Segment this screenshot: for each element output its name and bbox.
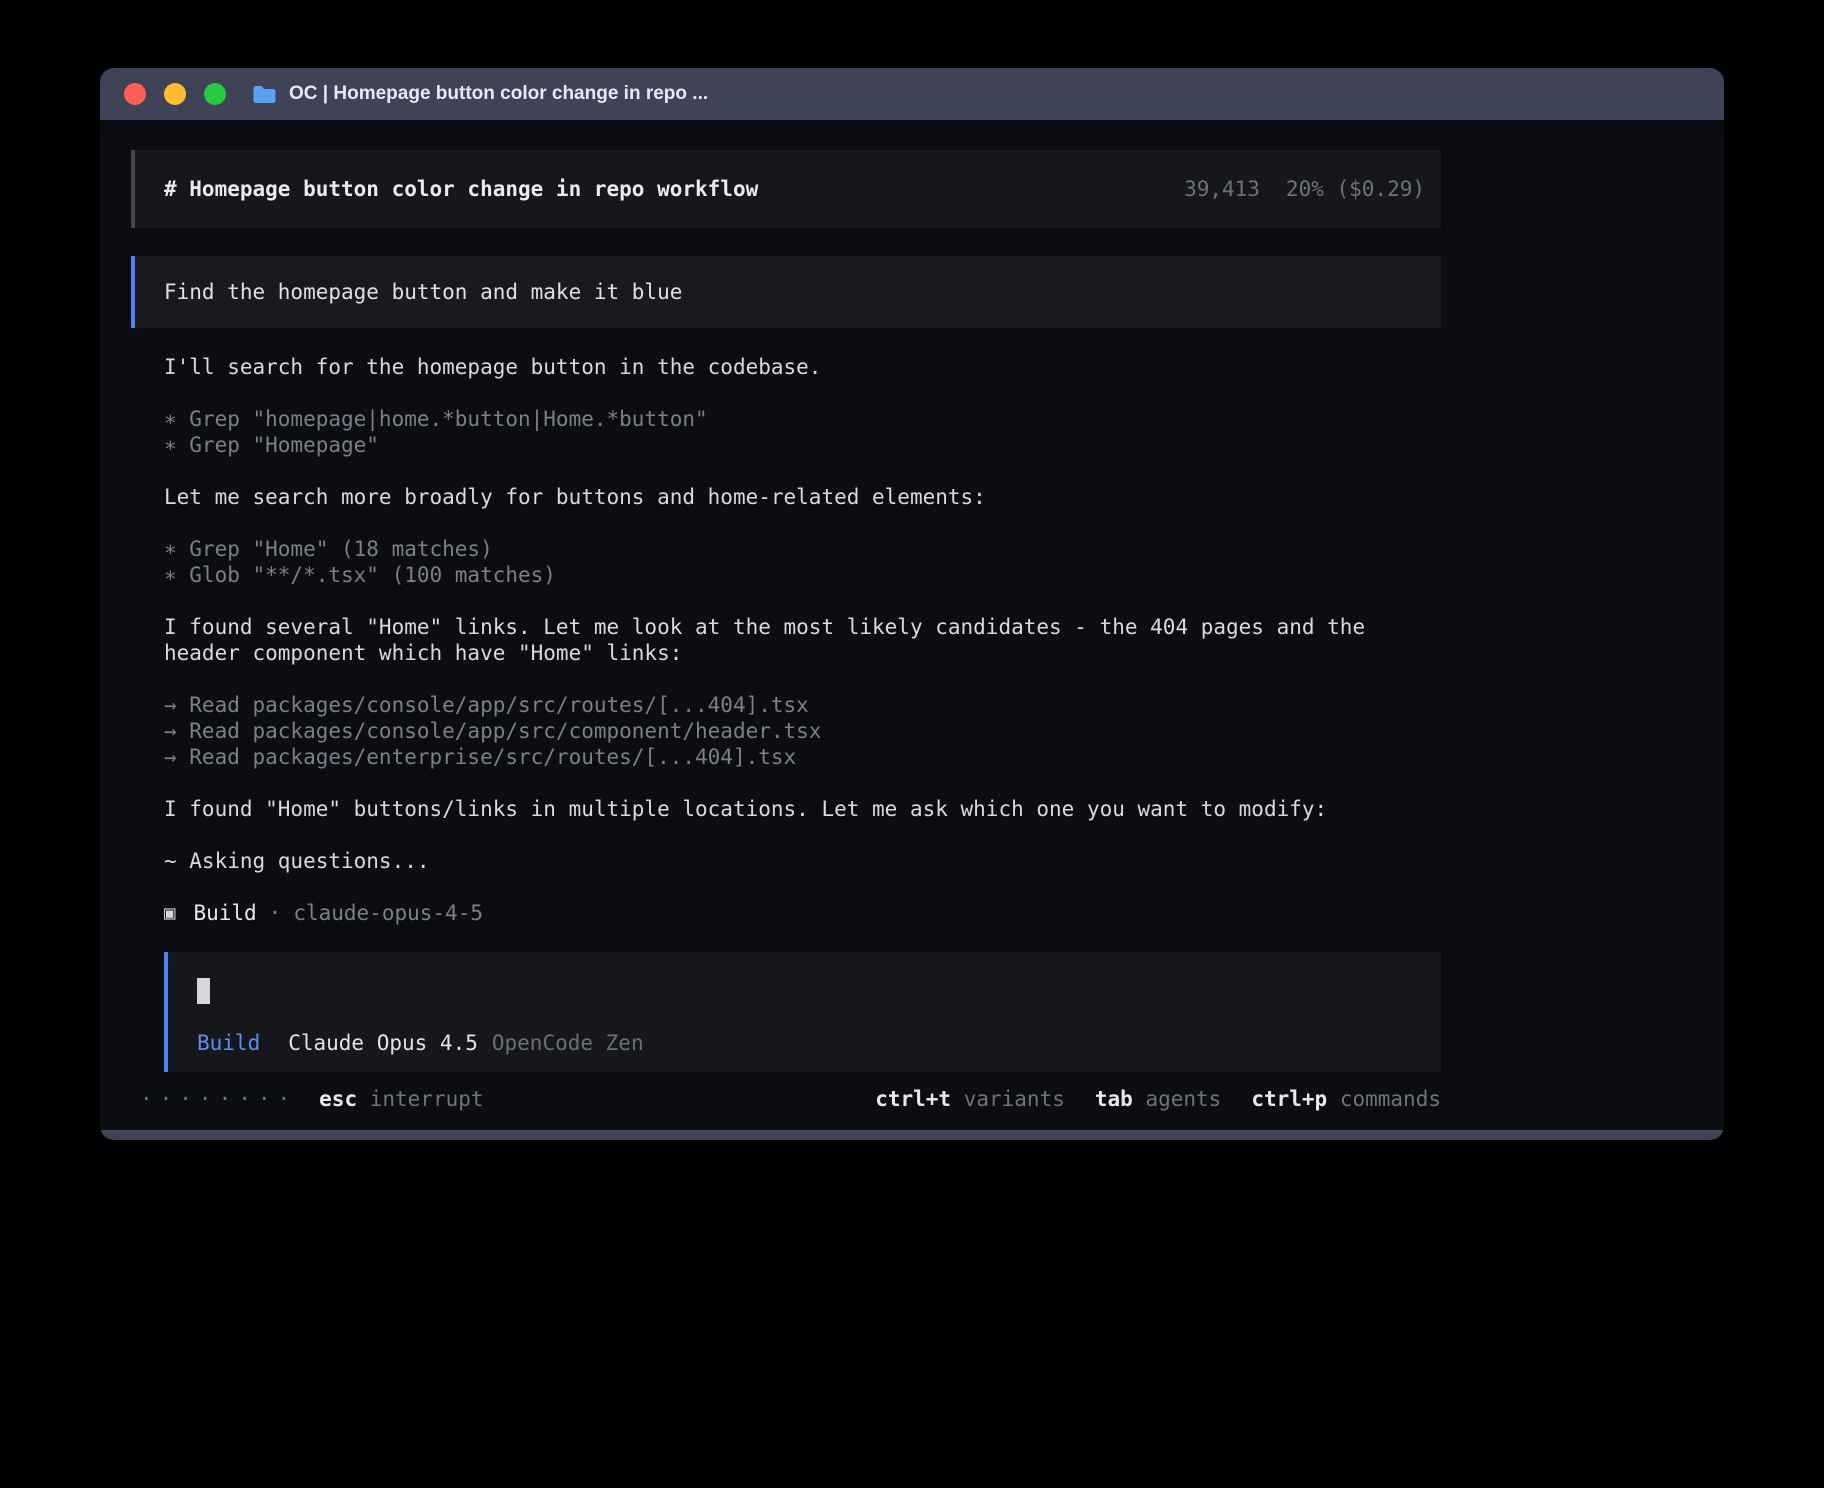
agent-icon: ▣ [164, 900, 175, 926]
terminal-window: OC | Homepage button color change in rep… [100, 68, 1724, 1140]
session-stats: 39,413 20% ($0.29) [1184, 176, 1425, 202]
status-bar-right: ctrl+t variants tab agents ctrl+p comman… [875, 1086, 1441, 1112]
hint-agents: tab agents [1095, 1086, 1221, 1112]
model-name: Claude Opus 4.5 [288, 1030, 478, 1056]
user-message-text: Find the homepage button and make it blu… [164, 279, 682, 305]
spinner-dots: ········ [140, 1086, 297, 1112]
session-title: # Homepage button color change in repo w… [164, 176, 758, 202]
terminal-content: # Homepage button color change in repo w… [100, 120, 1724, 1130]
token-count: 39,413 [1184, 176, 1260, 202]
hint-label: interrupt [370, 1087, 484, 1111]
tool-call-read: → Read packages/console/app/src/routes/[… [164, 692, 1441, 718]
hint-commands: ctrl+p commands [1251, 1086, 1441, 1112]
traffic-lights [124, 83, 226, 105]
assistant-message: I'll search for the homepage button in t… [164, 354, 1441, 380]
hint-label: variants [964, 1087, 1065, 1111]
tool-call-grep: ∗ Grep "Homepage" [164, 432, 1441, 458]
hint-key: ctrl+t [875, 1087, 951, 1111]
context-usage: 20% ($0.29) [1286, 176, 1425, 202]
minimize-button[interactable] [164, 83, 186, 105]
zoom-button[interactable] [204, 83, 226, 105]
hint-key: tab [1095, 1087, 1133, 1111]
tool-call-grep: ∗ Grep "Home" (18 matches) [164, 536, 1441, 562]
tool-call-read: → Read packages/console/app/src/componen… [164, 718, 1441, 744]
hint-key: ctrl+p [1251, 1087, 1327, 1111]
status-bar: ········ esc interrupt ctrl+t variants t… [140, 1086, 1441, 1112]
folder-icon [252, 84, 277, 105]
text-cursor [197, 978, 210, 1004]
tool-call-read: → Read packages/enterprise/src/routes/[.… [164, 744, 1441, 770]
hint-label: agents [1145, 1087, 1221, 1111]
tool-call-group: ∗ Grep "homepage|home.*button|Home.*butt… [164, 406, 1441, 458]
user-message: Find the homepage button and make it blu… [131, 256, 1441, 328]
hint-interrupt: esc interrupt [319, 1086, 483, 1112]
agent-status-line: ▣ Build · claude-opus-4-5 [164, 900, 1441, 926]
transcript: I'll search for the homepage button in t… [164, 354, 1441, 1072]
hint-label: commands [1340, 1087, 1441, 1111]
agent-separator: · [269, 900, 282, 926]
input-mode-line: Build Claude Opus 4.5 OpenCode Zen [197, 1030, 1441, 1056]
hint-key: esc [319, 1087, 357, 1111]
mode-indicator[interactable]: Build [197, 1030, 260, 1056]
assistant-message: I found several "Home" links. Let me loo… [164, 614, 1441, 666]
agent-name: Build [193, 900, 256, 926]
provider-name: OpenCode Zen [492, 1030, 644, 1056]
assistant-working-status: ~ Asking questions... [164, 848, 1441, 874]
window-title-area: OC | Homepage button color change in rep… [252, 83, 708, 105]
tool-call-grep: ∗ Grep "homepage|home.*button|Home.*butt… [164, 406, 1441, 432]
window-title: OC | Homepage button color change in rep… [289, 83, 708, 105]
window-titlebar[interactable]: OC | Homepage button color change in rep… [100, 68, 1724, 120]
assistant-message: I found "Home" buttons/links in multiple… [164, 796, 1441, 822]
prompt-input[interactable]: Build Claude Opus 4.5 OpenCode Zen [164, 952, 1441, 1072]
agent-model: claude-opus-4-5 [293, 900, 483, 926]
assistant-message: Let me search more broadly for buttons a… [164, 484, 1441, 510]
session-header: # Homepage button color change in repo w… [131, 150, 1441, 228]
tool-call-group: ∗ Grep "Home" (18 matches) ∗ Glob "**/*.… [164, 536, 1441, 588]
tool-call-glob: ∗ Glob "**/*.tsx" (100 matches) [164, 562, 1441, 588]
hint-variants: ctrl+t variants [875, 1086, 1065, 1112]
close-button[interactable] [124, 83, 146, 105]
tool-call-group: → Read packages/console/app/src/routes/[… [164, 692, 1441, 770]
